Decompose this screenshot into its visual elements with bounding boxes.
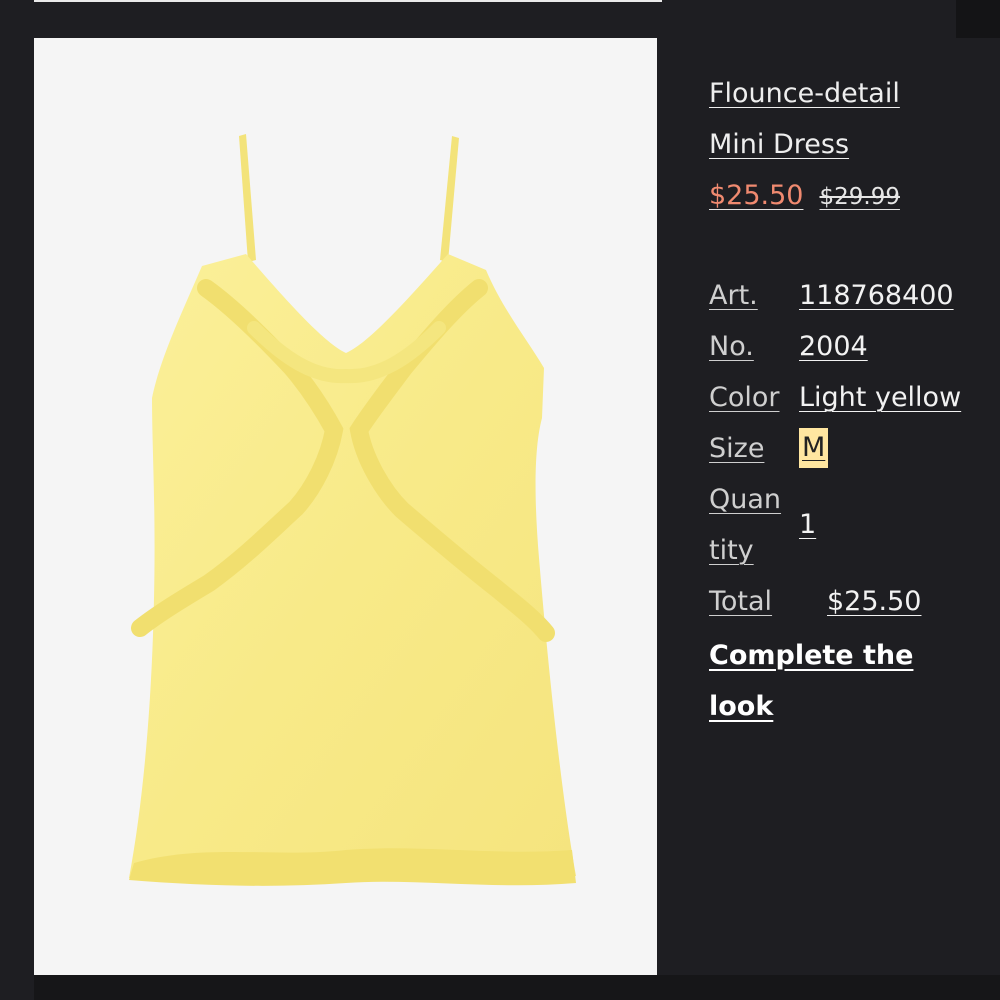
dress-illustration — [129, 134, 576, 886]
original-price: $29.99 — [819, 184, 900, 210]
total-row: Total $25.50 — [709, 576, 999, 627]
product-details: Art. No. 118768400 2004 Color Light yell… — [709, 270, 999, 627]
product-title-line-2[interactable]: Mini Dress — [709, 119, 994, 170]
color-label: Color — [709, 382, 780, 413]
left-strap — [239, 134, 256, 262]
art-number-value: 118768400 2004 — [799, 270, 954, 372]
complete-the-look-link[interactable]: Complete the look — [709, 630, 969, 732]
bottom-bar — [34, 975, 1000, 1000]
quantity-label-line-2: tity — [709, 535, 754, 566]
sale-price: $25.50 — [709, 180, 804, 211]
cta-line-2[interactable]: look — [709, 681, 969, 732]
hem-ruffle — [129, 848, 576, 886]
product-page: Flounce-detail Mini Dress $25.50 $29.99 A… — [0, 0, 1000, 1000]
quantity-label-line-1: Quan — [709, 484, 782, 515]
product-header: Flounce-detail Mini Dress $25.50 $29.99 — [709, 68, 994, 223]
art-number-label: Art. No. — [709, 270, 799, 372]
dress-body — [129, 254, 576, 884]
quantity-row: Quan tity 1 — [709, 474, 999, 576]
color-value[interactable]: Light yellow — [799, 372, 961, 423]
cta-line-1[interactable]: Complete the — [709, 630, 969, 681]
art-label-line-2: No. — [709, 331, 754, 362]
color-row: Color Light yellow — [709, 372, 999, 423]
size-value[interactable]: M — [799, 428, 829, 468]
price-row: $25.50 $29.99 — [709, 170, 994, 223]
quantity-label: Quan tity — [709, 474, 799, 576]
product-image[interactable] — [34, 38, 657, 975]
art-number-row: Art. No. 118768400 2004 — [709, 270, 999, 372]
size-label: Size — [709, 433, 765, 464]
top-right-edge — [956, 0, 1000, 38]
product-title-line-1[interactable]: Flounce-detail — [709, 68, 994, 119]
quantity-value[interactable]: 1 — [799, 499, 816, 550]
top-bar — [0, 0, 1000, 38]
total-value: $25.50 — [827, 586, 922, 617]
art-value-line-1: 118768400 — [799, 280, 954, 311]
total-label: Total — [709, 586, 773, 617]
art-value-line-2: 2004 — [799, 331, 868, 362]
right-strap — [440, 136, 459, 262]
top-divider — [34, 0, 662, 2]
art-label-line-1: Art. — [709, 280, 758, 311]
size-row: Size M — [709, 423, 999, 474]
